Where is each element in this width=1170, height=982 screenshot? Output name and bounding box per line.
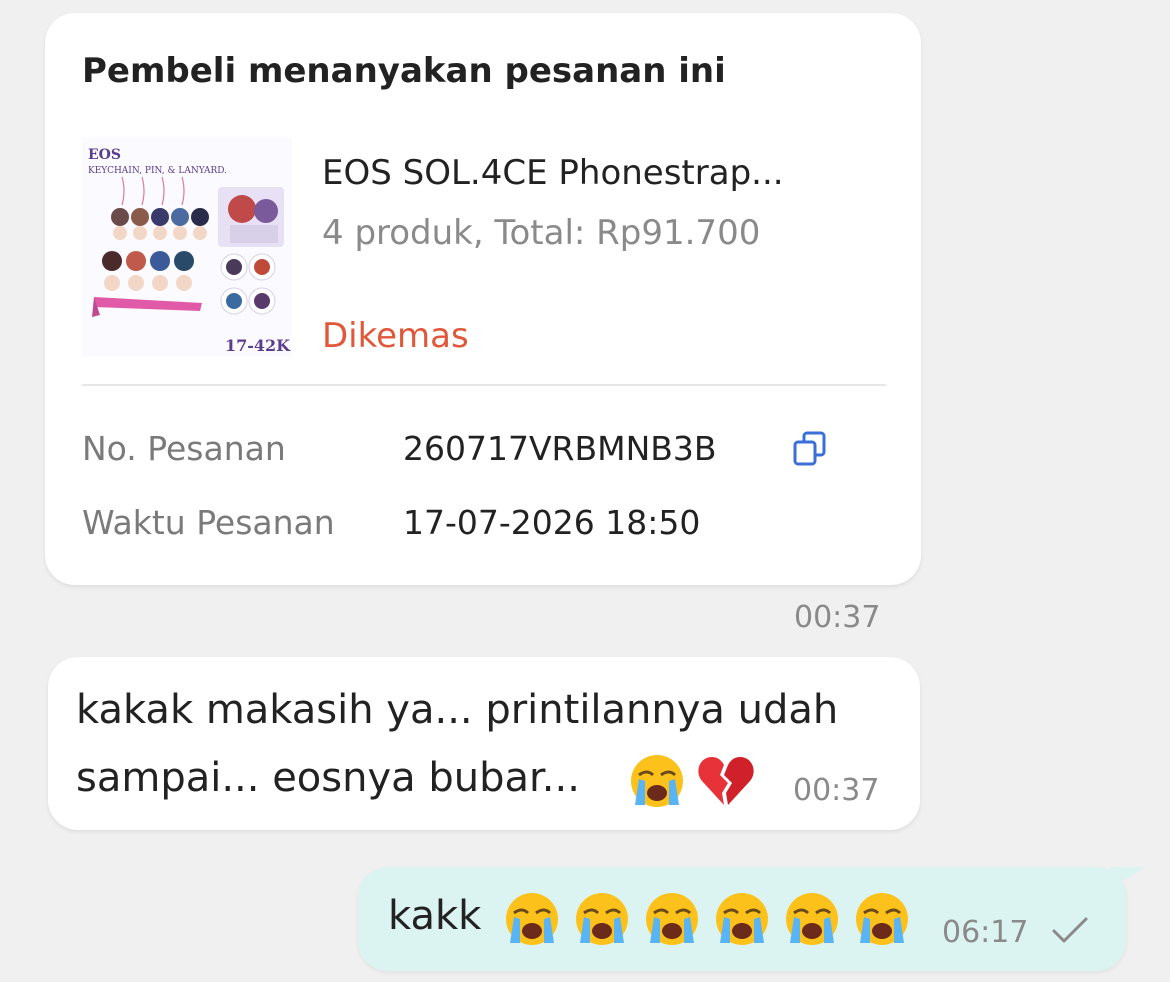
- loudly-crying-face-icon: [856, 893, 908, 945]
- thumb-title: EOS: [88, 147, 121, 163]
- loudly-crying-face-icon: [716, 893, 768, 945]
- check-icon: [1050, 915, 1090, 945]
- divider: [82, 384, 886, 386]
- product-summary: 4 produk, Total: Rp91.700: [322, 213, 761, 253]
- outgoing-message-bubble[interactable]: kakk 06:17: [358, 867, 1126, 971]
- card-timestamp: 00:37: [794, 600, 881, 635]
- product-name[interactable]: EOS SOL.4CE Phonestrap...: [322, 153, 784, 193]
- loudly-crying-face-icon: [506, 893, 558, 945]
- incoming-message-bubble[interactable]: kakak makasih ya... printilannya udah sa…: [48, 657, 920, 830]
- outgoing-message-text: kakk: [388, 893, 482, 939]
- message-line-2: sampai... eosnya bubar...: [76, 755, 580, 801]
- order-time-value: 17-07-2026 18:50: [403, 503, 701, 542]
- emoji-row: [504, 891, 910, 947]
- order-status: Dikemas: [322, 316, 469, 356]
- copy-icon[interactable]: [790, 429, 830, 469]
- order-inquiry-card[interactable]: Pembeli menanyakan pesanan ini EOS KEYCH…: [45, 13, 921, 585]
- thumb-subtitle: KEYCHAIN, PIN, & LANYARD.: [88, 166, 227, 176]
- incoming-message-timestamp: 00:37: [793, 773, 880, 808]
- order-number-label: No. Pesanan: [82, 429, 286, 468]
- outgoing-message-timestamp: 06:17: [942, 915, 1029, 950]
- broken-heart-icon: [696, 753, 756, 813]
- loudly-crying-face-icon: [786, 893, 838, 945]
- loudly-crying-face-icon: [629, 753, 685, 813]
- card-title: Pembeli menanyakan pesanan ini: [82, 51, 726, 91]
- loudly-crying-face-icon: [576, 893, 628, 945]
- order-time-label: Waktu Pesanan: [82, 503, 335, 542]
- thumb-price: 17-42K: [225, 336, 291, 355]
- loudly-crying-face-icon: [646, 893, 698, 945]
- message-line-1: kakak makasih ya... printilannya udah: [76, 687, 839, 733]
- order-number-value: 260717VRBMNB3B: [403, 429, 717, 468]
- product-thumbnail[interactable]: EOS KEYCHAIN, PIN, & LANYARD. 17-42K: [82, 137, 292, 357]
